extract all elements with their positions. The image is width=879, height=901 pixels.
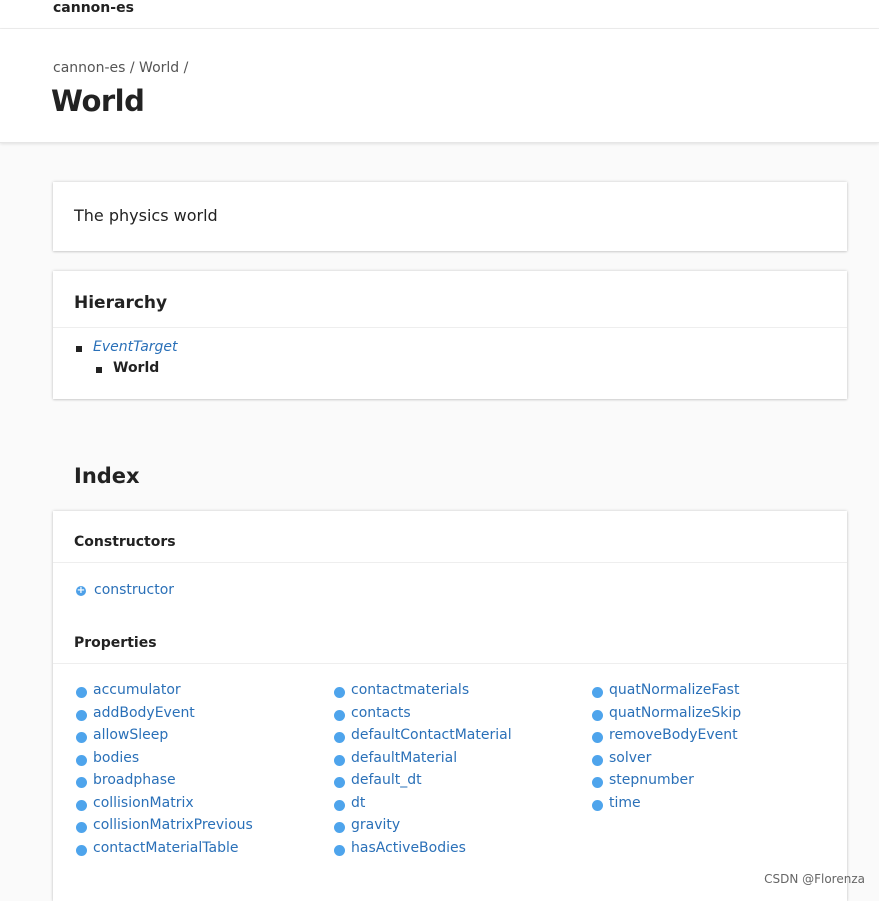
property-item: accumulator [76,682,326,705]
property-item: quatNormalizeFast [592,682,842,705]
property-link[interactable]: contactmaterials [351,682,469,698]
breadcrumb-item-cannon-es[interactable]: cannon-es [53,60,125,76]
property-link[interactable]: gravity [351,817,400,833]
property-item: default_dt [334,772,584,795]
hierarchy-header: Hierarchy [53,271,847,328]
site-title-link[interactable]: cannon-es [53,0,134,16]
property-icon [334,732,345,743]
properties-column-3: quatNormalizeFast quatNormalizeSkip remo… [592,682,842,817]
property-icon [76,822,87,833]
property-icon [592,687,603,698]
square-bullet-icon [96,367,102,373]
top-bar: cannon-es [0,0,879,29]
index-heading: Index [74,464,140,488]
constructor-link[interactable]: constructor [94,582,174,598]
property-icon [592,754,603,766]
property-icon [334,799,345,811]
hierarchy-panel: Hierarchy EventTarget World [53,271,847,399]
property-link[interactable]: collisionMatrixPrevious [93,817,253,833]
breadcrumb: cannon-es / World / [53,60,188,76]
property-link[interactable]: removeBodyEvent [609,727,738,743]
property-item: broadphase [76,772,326,795]
property-icon [334,709,345,721]
property-icon [76,754,87,766]
property-icon [76,777,87,788]
description-panel: The physics world [53,182,847,251]
property-icon [592,709,603,721]
property-link[interactable]: bodies [93,750,139,766]
property-link[interactable]: quatNormalizeSkip [609,705,741,721]
property-item: quatNormalizeSkip [592,705,842,728]
property-icon [334,822,345,833]
breadcrumb-item-world[interactable]: World [139,60,179,76]
property-item: defaultMaterial [334,750,584,773]
property-item: defaultContactMaterial [334,727,584,750]
property-item: bodies [76,750,326,773]
properties-header: Properties [53,612,847,664]
index-panel: Constructors + constructor Properties ac… [53,511,847,901]
property-link[interactable]: defaultContactMaterial [351,727,512,743]
constructors-heading: Constructors [74,534,176,550]
constructors-header: Constructors [53,511,847,563]
property-icon [334,687,345,698]
property-item: contactMaterialTable [76,840,326,863]
property-item: dt [334,795,584,818]
property-link[interactable]: quatNormalizeFast [609,682,739,698]
property-icon [592,799,603,811]
breadcrumb-separator: / [129,60,135,76]
property-link[interactable]: dt [351,795,365,811]
breadcrumb-separator: / [183,60,189,76]
watermark: CSDN @Florenza [764,872,865,886]
description-text: The physics world [74,206,218,225]
property-item: gravity [334,817,584,840]
property-link[interactable]: time [609,795,641,811]
property-link[interactable]: hasActiveBodies [351,840,466,856]
property-link[interactable]: collisionMatrix [93,795,194,811]
property-item: hasActiveBodies [334,840,584,863]
property-link[interactable]: stepnumber [609,772,694,788]
property-icon [334,844,345,856]
property-icon [76,844,87,856]
constructor-icon: + [76,585,86,596]
property-icon [76,799,87,811]
property-link[interactable]: allowSleep [93,727,168,743]
square-bullet-icon [76,346,82,352]
property-link[interactable]: contacts [351,705,411,721]
property-item: addBodyEvent [76,705,326,728]
property-item: contactmaterials [334,682,584,705]
property-icon [592,732,603,743]
property-link[interactable]: defaultMaterial [351,750,457,766]
property-link[interactable]: default_dt [351,772,422,788]
properties-column-1: accumulator addBodyEvent allowSleep bodi… [76,682,326,862]
property-icon [76,732,87,743]
hierarchy-parent-link[interactable]: EventTarget [93,339,178,355]
page-header: cannon-es / World / World [0,29,879,143]
property-item: time [592,795,842,818]
property-item: contacts [334,705,584,728]
hierarchy-current: World [113,360,160,376]
properties-column-2: contactmaterials contacts defaultContact… [334,682,584,862]
property-icon [334,777,345,788]
property-link[interactable]: solver [609,750,651,766]
property-item: collisionMatrixPrevious [76,817,326,840]
property-item: stepnumber [592,772,842,795]
property-item: removeBodyEvent [592,727,842,750]
property-icon [592,777,603,788]
page-title: World [51,84,145,118]
property-icon [76,687,87,698]
property-item: allowSleep [76,727,326,750]
property-link[interactable]: accumulator [93,682,181,698]
property-link[interactable]: broadphase [93,772,176,788]
property-item: solver [592,750,842,773]
hierarchy-heading: Hierarchy [74,293,168,313]
property-icon [334,754,345,766]
property-icon [76,709,87,721]
property-item: collisionMatrix [76,795,326,818]
properties-heading: Properties [74,635,157,651]
property-link[interactable]: addBodyEvent [93,705,195,721]
property-link[interactable]: contactMaterialTable [93,840,238,856]
